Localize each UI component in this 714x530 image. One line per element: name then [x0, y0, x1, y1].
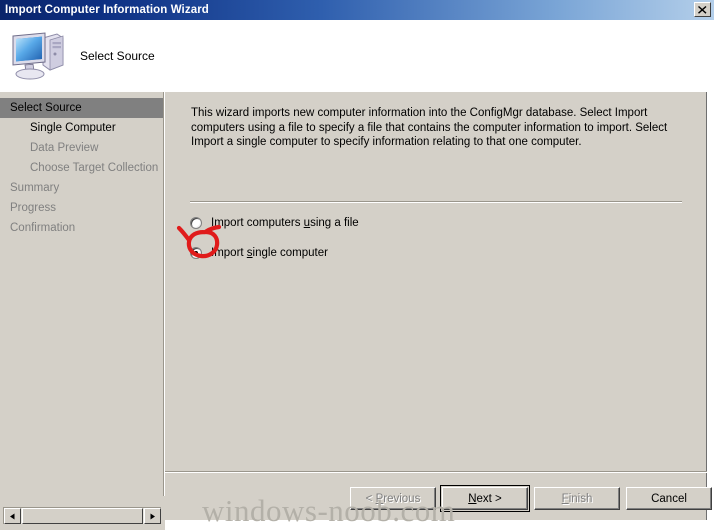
sidebar-item-label: Choose Target Collection [30, 162, 159, 174]
wizard-description: This wizard imports new computer informa… [191, 107, 668, 148]
cancel-button[interactable]: Cancel [626, 487, 712, 510]
wizard-header: Select Source [0, 20, 714, 92]
triangle-right-icon [150, 513, 155, 519]
button-label: Cancel [651, 492, 687, 505]
sidebar-item-single-computer[interactable]: Single Computer [0, 118, 163, 138]
wizard-window: Import Computer Information Wizard Selec… [0, 0, 714, 530]
import-single-computer-radio[interactable]: Import single computer [190, 245, 359, 261]
horizontal-separator [190, 201, 682, 203]
title-bar[interactable]: Import Computer Information Wizard [0, 0, 714, 20]
sidebar-item-select-source[interactable]: Select Source [0, 98, 163, 118]
computer-icon [8, 28, 68, 84]
radio-label: Import single computer [211, 247, 328, 259]
button-label: Finish [561, 492, 593, 505]
sidebar-item-label: Data Preview [30, 142, 99, 154]
radio-indicator [190, 247, 202, 259]
sidebar-item-label: Confirmation [10, 222, 76, 234]
content-inner: This wizard imports new computer informa… [191, 106, 683, 150]
wizard-step-list: Select Source Single Computer Data Previ… [0, 92, 164, 496]
button-label: < Previous [365, 492, 421, 505]
close-icon [698, 5, 707, 14]
wizard-body: Select Source Single Computer Data Previ… [0, 92, 714, 496]
scroll-left-button[interactable] [4, 508, 21, 524]
wizard-button-bar: < Previous Next > Finish Cancel [165, 473, 712, 520]
scroll-right-button[interactable] [144, 508, 161, 524]
bottom-strip [0, 496, 165, 530]
sidebar-item-confirmation[interactable]: Confirmation [0, 218, 163, 238]
source-option-group: Import computers using a file Import sin… [190, 215, 359, 275]
page-title: Select Source [80, 49, 155, 63]
sidebar-item-label: Summary [10, 182, 60, 194]
radio-indicator [190, 217, 202, 229]
finish-button[interactable]: Finish [534, 487, 620, 510]
sidebar-item-label: Select Source [10, 102, 82, 114]
sidebar-item-data-preview[interactable]: Data Preview [0, 138, 163, 158]
sidebar-item-label: Progress [10, 202, 57, 214]
triangle-left-icon [10, 513, 15, 519]
radio-label: Import computers using a file [211, 217, 359, 229]
previous-button[interactable]: < Previous [350, 487, 436, 510]
sidebar-item-label: Single Computer [30, 122, 116, 134]
window-title: Import Computer Information Wizard [5, 4, 209, 16]
sidebar-item-progress[interactable]: Progress [0, 198, 163, 218]
sidebar-item-summary[interactable]: Summary [0, 178, 163, 198]
sidebar-item-choose-target-collection[interactable]: Choose Target Collection [0, 158, 163, 178]
scrollbar-thumb[interactable] [22, 508, 143, 524]
close-button[interactable] [694, 2, 711, 17]
import-computers-using-file-radio[interactable]: Import computers using a file [190, 215, 359, 231]
content-pane: This wizard imports new computer informa… [165, 92, 707, 496]
horizontal-scrollbar[interactable] [3, 507, 161, 524]
button-label: Next > [468, 492, 502, 505]
next-button[interactable]: Next > [440, 485, 530, 512]
